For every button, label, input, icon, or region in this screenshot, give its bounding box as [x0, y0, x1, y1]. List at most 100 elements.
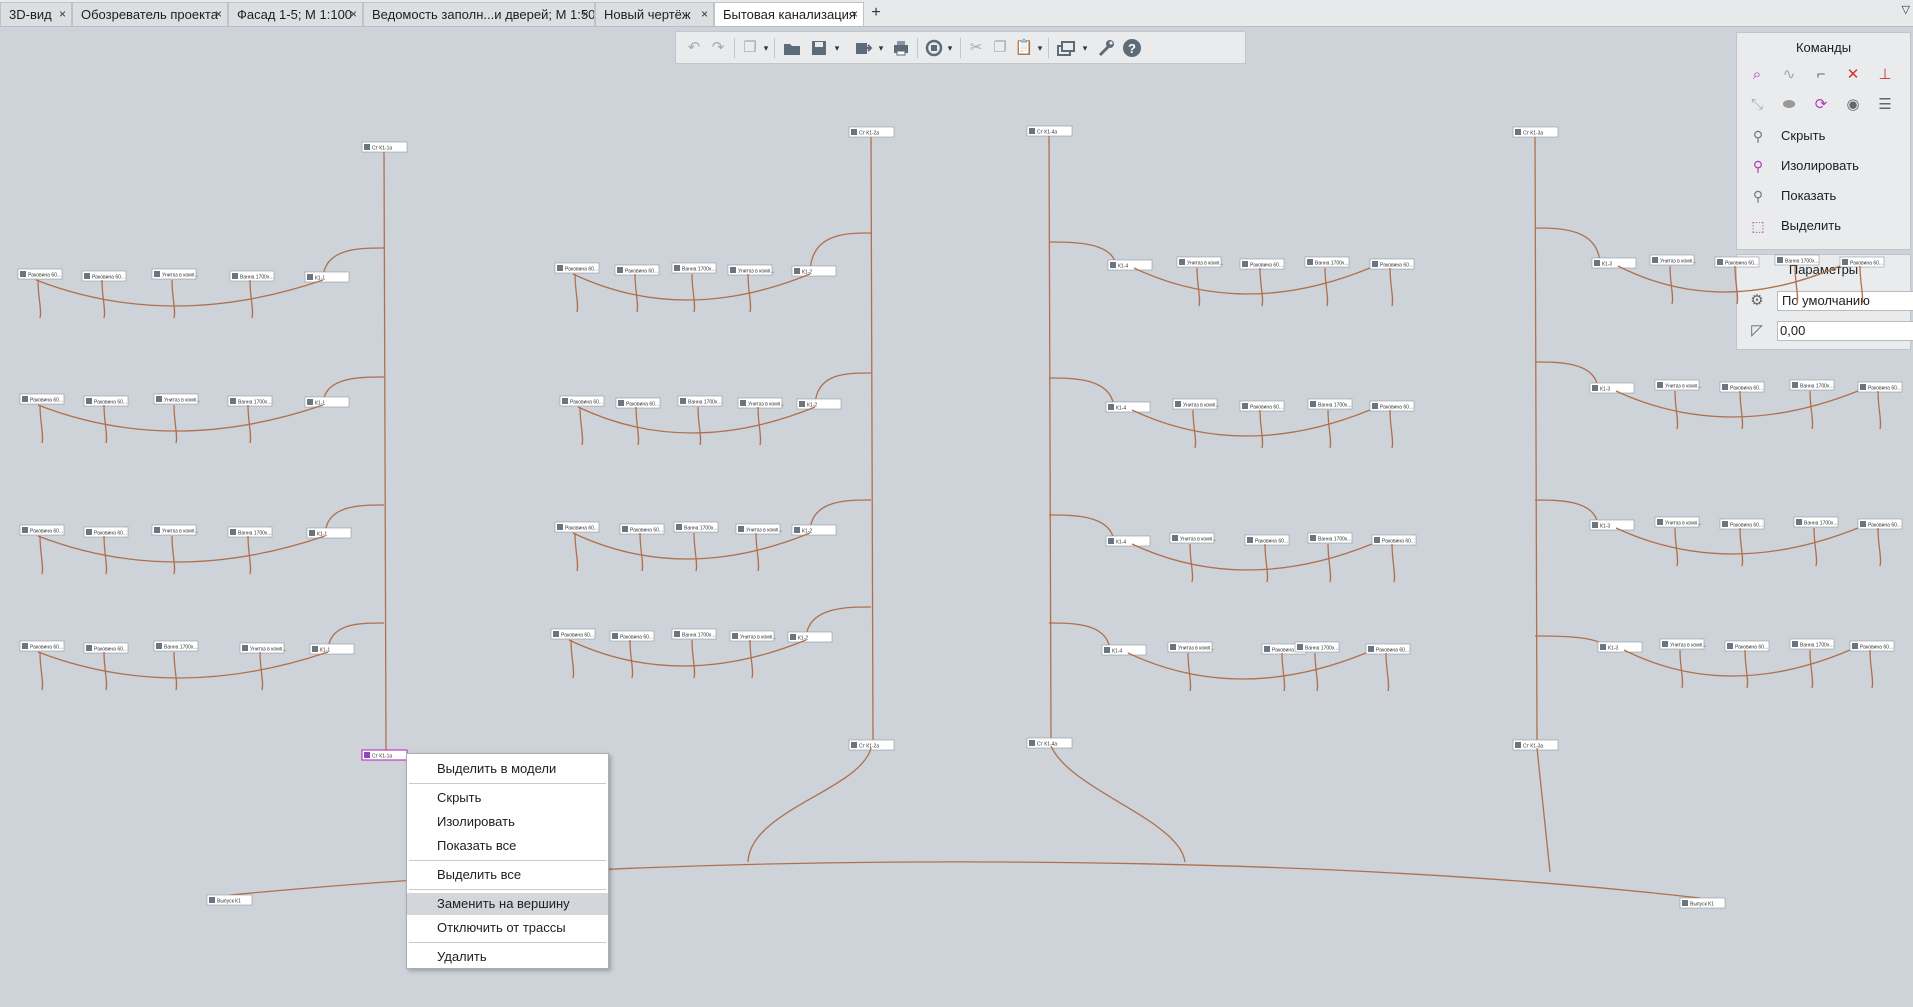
- fixture-node[interactable]: Унитаз в комп...: [1167, 641, 1215, 653]
- menu-show-all[interactable]: Показать все: [407, 835, 608, 857]
- fixture-node[interactable]: Ванна 1700х...: [153, 640, 199, 652]
- close-icon[interactable]: ×: [215, 3, 222, 26]
- fixture-node[interactable]: Ванна 1700х...: [227, 526, 273, 538]
- fixture-node[interactable]: Ванна 1700х...: [1774, 254, 1820, 266]
- close-icon[interactable]: ×: [701, 3, 708, 26]
- menu-replace-with-vertex[interactable]: Заменить на вершину: [407, 893, 608, 915]
- fixture-node[interactable]: Раковина 60...: [550, 628, 596, 640]
- fixture-node[interactable]: Унитаз в комп...: [151, 268, 199, 280]
- fixture-node[interactable]: Унитаз в комп...: [1172, 398, 1220, 410]
- fixture-node[interactable]: Ванна 1700х...: [1304, 256, 1350, 268]
- riser-bottom-label[interactable]: Ст К1-4а: [1026, 737, 1073, 749]
- fixture-node[interactable]: Раковина 60...: [1839, 256, 1885, 268]
- fixture-node[interactable]: Раковина 60...: [19, 524, 65, 536]
- fixture-node[interactable]: Раковина 60...: [1239, 400, 1285, 412]
- fixture-node[interactable]: Раковина 60...: [1724, 640, 1770, 652]
- fixture-node[interactable]: Раковина 60...: [81, 270, 127, 282]
- tab-domestic-sewage[interactable]: Бытовая канализация ×: [714, 2, 864, 26]
- fixture-node[interactable]: Раковина 60...: [83, 395, 129, 407]
- tab-facade[interactable]: Фасад 1-5; М 1:100 ×: [228, 2, 363, 26]
- fixture-node[interactable]: Унитаз в комп...: [729, 630, 777, 642]
- fixture-node[interactable]: Ванна 1700х...: [673, 521, 719, 533]
- tab-new-drawing[interactable]: Новый чертёж ×: [595, 2, 714, 26]
- outlet-node[interactable]: Выпуск К1: [206, 894, 253, 906]
- junction-node[interactable]: К1-1: [306, 527, 352, 539]
- junction-node[interactable]: К1-1: [309, 643, 355, 655]
- fixture-node[interactable]: Ванна 1700х...: [671, 262, 717, 274]
- riser-bottom-label[interactable]: Ст К1-1а: [361, 749, 408, 761]
- tab-schedule[interactable]: Ведомость заполн...и дверей; М 1:50 ×: [363, 2, 595, 26]
- fixture-node[interactable]: Раковина 60...: [1857, 518, 1903, 530]
- fixture-node[interactable]: Унитаз в комп...: [1649, 254, 1697, 266]
- junction-node[interactable]: К1-3: [1591, 257, 1637, 269]
- junction-node[interactable]: К1-3: [1597, 641, 1643, 653]
- fixture-node[interactable]: Унитаз в комп...: [1169, 532, 1217, 544]
- close-icon[interactable]: ×: [59, 3, 66, 26]
- junction-node[interactable]: К1-4: [1101, 644, 1147, 656]
- fixture-node[interactable]: Унитаз в комп...: [151, 524, 199, 536]
- menu-select-all[interactable]: Выделить все: [407, 864, 608, 886]
- fixture-node[interactable]: Раковина 60...: [1369, 258, 1415, 270]
- add-tab-button[interactable]: +: [864, 2, 888, 26]
- riser-bottom-label[interactable]: Ст К1-3а: [1512, 739, 1559, 751]
- outlet-node[interactable]: Выпуск К1: [1679, 897, 1726, 909]
- fixture-node[interactable]: Раковина 60...: [19, 393, 65, 405]
- fixture-node[interactable]: Раковина 60...: [83, 642, 129, 654]
- fixture-node[interactable]: Раковина 60...: [609, 630, 655, 642]
- junction-node[interactable]: К1-2: [791, 265, 837, 277]
- menu-delete[interactable]: Удалить: [407, 946, 608, 968]
- junction-node[interactable]: К1-4: [1105, 401, 1151, 413]
- fixture-node[interactable]: Раковина 60...: [1719, 381, 1765, 393]
- fixture-node[interactable]: Раковина 60...: [1849, 640, 1895, 652]
- fixture-node[interactable]: Ванна 1700х...: [1307, 398, 1353, 410]
- fixture-node[interactable]: Ванна 1700х...: [677, 395, 723, 407]
- fixture-node[interactable]: Раковина 60...: [1369, 400, 1415, 412]
- fixture-node[interactable]: Раковина 60...: [1719, 518, 1765, 530]
- riser-top-label[interactable]: Ст К1-3а: [1512, 126, 1559, 138]
- fixture-node[interactable]: Унитаз в комп...: [1654, 516, 1702, 528]
- riser-top-label[interactable]: Ст К1-2а: [848, 126, 895, 138]
- junction-node[interactable]: К1-2: [787, 631, 833, 643]
- riser-top-label[interactable]: Ст К1-4а: [1026, 125, 1073, 137]
- fixture-node[interactable]: Унитаз в комп...: [1659, 638, 1707, 650]
- tab-project-browser[interactable]: Обозреватель проекта ×: [72, 2, 228, 26]
- fixture-node[interactable]: Раковина 60...: [619, 523, 665, 535]
- fixture-node[interactable]: Раковина 60...: [1857, 381, 1903, 393]
- fixture-node[interactable]: Раковина 60...: [559, 395, 605, 407]
- fixture-node[interactable]: Ванна 1700х...: [1789, 379, 1835, 391]
- fixture-node[interactable]: Ванна 1700х...: [671, 628, 717, 640]
- fixture-node[interactable]: Унитаз в комп...: [735, 523, 783, 535]
- fixture-node[interactable]: Унитаз в комп...: [737, 397, 785, 409]
- close-icon[interactable]: ×: [350, 3, 357, 26]
- fixture-node[interactable]: Ванна 1700х...: [1294, 641, 1340, 653]
- fixture-node[interactable]: Ванна 1700х...: [1793, 516, 1839, 528]
- junction-node[interactable]: К1-2: [796, 398, 842, 410]
- sewage-schematic-canvas[interactable]: Ст К1-1а Ст К1-1а К1-1 Раковина 60... Ракови…: [0, 26, 1913, 1007]
- fixture-node[interactable]: Раковина 60...: [614, 264, 660, 276]
- fixture-node[interactable]: Раковина 60...: [1244, 534, 1290, 546]
- menu-hide[interactable]: Скрыть: [407, 787, 608, 809]
- junction-node[interactable]: К1-3: [1589, 519, 1635, 531]
- fixture-node[interactable]: Раковина 60...: [1365, 643, 1411, 655]
- fixture-node[interactable]: Раковина 60...: [17, 268, 63, 280]
- fixture-node[interactable]: Унитаз в комп...: [1176, 256, 1224, 268]
- menu-disconnect-from-route[interactable]: Отключить от трассы: [407, 917, 608, 939]
- fixture-node[interactable]: Раковина 60...: [1239, 258, 1285, 270]
- fixture-node[interactable]: Ванна 1700х...: [227, 395, 273, 407]
- junction-node[interactable]: К1-4: [1107, 259, 1153, 271]
- fixture-node[interactable]: Унитаз в комп...: [153, 393, 201, 405]
- tab-list-menu-icon[interactable]: ▽: [1902, 3, 1910, 16]
- fixture-node[interactable]: Раковина 60...: [554, 521, 600, 533]
- close-icon[interactable]: ×: [851, 3, 858, 26]
- riser-top-label[interactable]: Ст К1-1а: [361, 141, 408, 153]
- junction-node[interactable]: К1-2: [791, 524, 837, 536]
- fixture-node[interactable]: Унитаз в комп...: [727, 264, 775, 276]
- fixture-node[interactable]: Ванна 1700х...: [1789, 638, 1835, 650]
- fixture-node[interactable]: Унитаз в комп...: [1654, 379, 1702, 391]
- junction-node[interactable]: К1-1: [304, 271, 350, 283]
- junction-node[interactable]: К1-3: [1589, 382, 1635, 394]
- menu-isolate[interactable]: Изолировать: [407, 811, 608, 833]
- close-icon[interactable]: ×: [582, 3, 589, 26]
- fixture-node[interactable]: Раковина 60...: [19, 640, 65, 652]
- menu-select-in-model[interactable]: Выделить в модели: [407, 758, 608, 780]
